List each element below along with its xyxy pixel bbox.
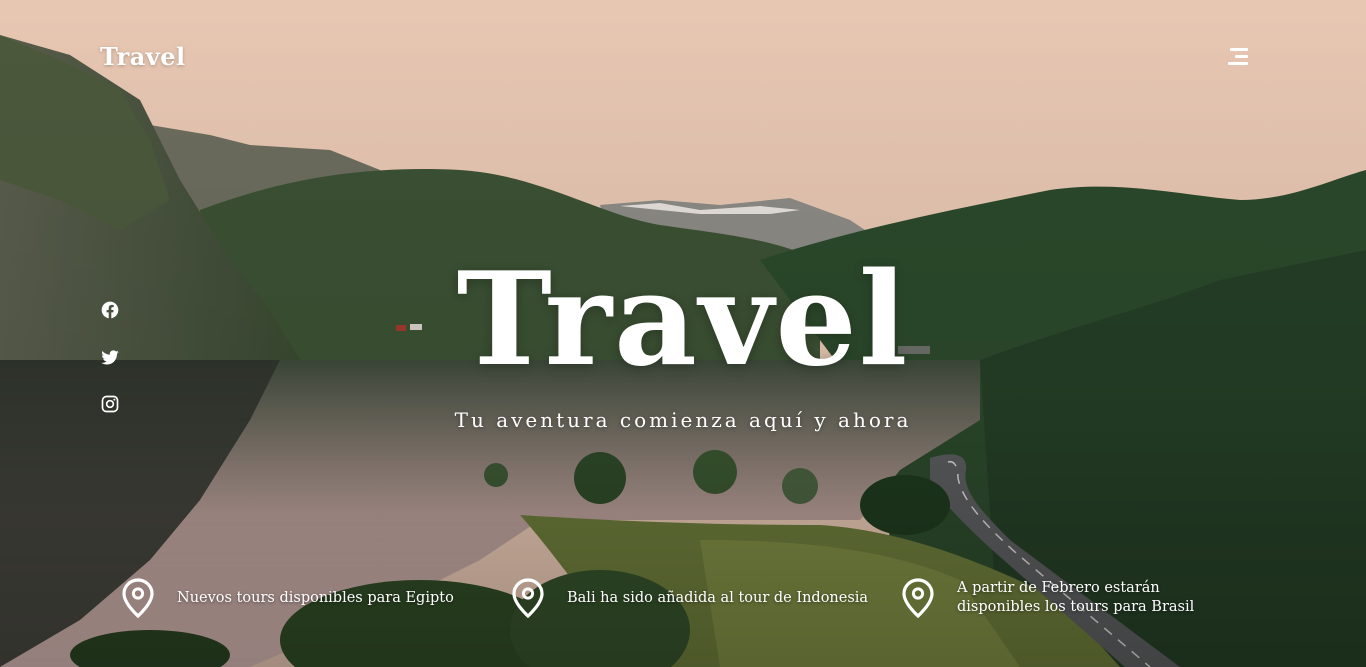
news-item: A partir de Febrero estarán disponibles … — [901, 576, 1247, 620]
menu-line — [1228, 62, 1248, 65]
menu-line — [1235, 55, 1248, 58]
hero-title: Travel — [456, 245, 910, 395]
hero-subtitle: Tu aventura comienza aquí y ahora — [454, 408, 912, 432]
news-item: Nuevos tours disponibles para Egipto — [121, 576, 454, 620]
news-item: Bali ha sido añadida al tour de Indonesi… — [511, 576, 868, 620]
news-text: Nuevos tours disponibles para Egipto — [177, 589, 454, 606]
news-text: A partir de Febrero estarán disponibles … — [957, 580, 1195, 615]
brand-logo-link[interactable]: Travel — [100, 42, 186, 71]
hamburger-menu-icon[interactable] — [1226, 46, 1250, 66]
menu-line — [1230, 48, 1248, 51]
map-pin-icon — [511, 578, 545, 618]
map-pin-icon — [121, 578, 155, 618]
news-text: Bali ha sido añadida al tour de Indonesi… — [567, 589, 869, 606]
map-pin-icon — [901, 578, 935, 618]
